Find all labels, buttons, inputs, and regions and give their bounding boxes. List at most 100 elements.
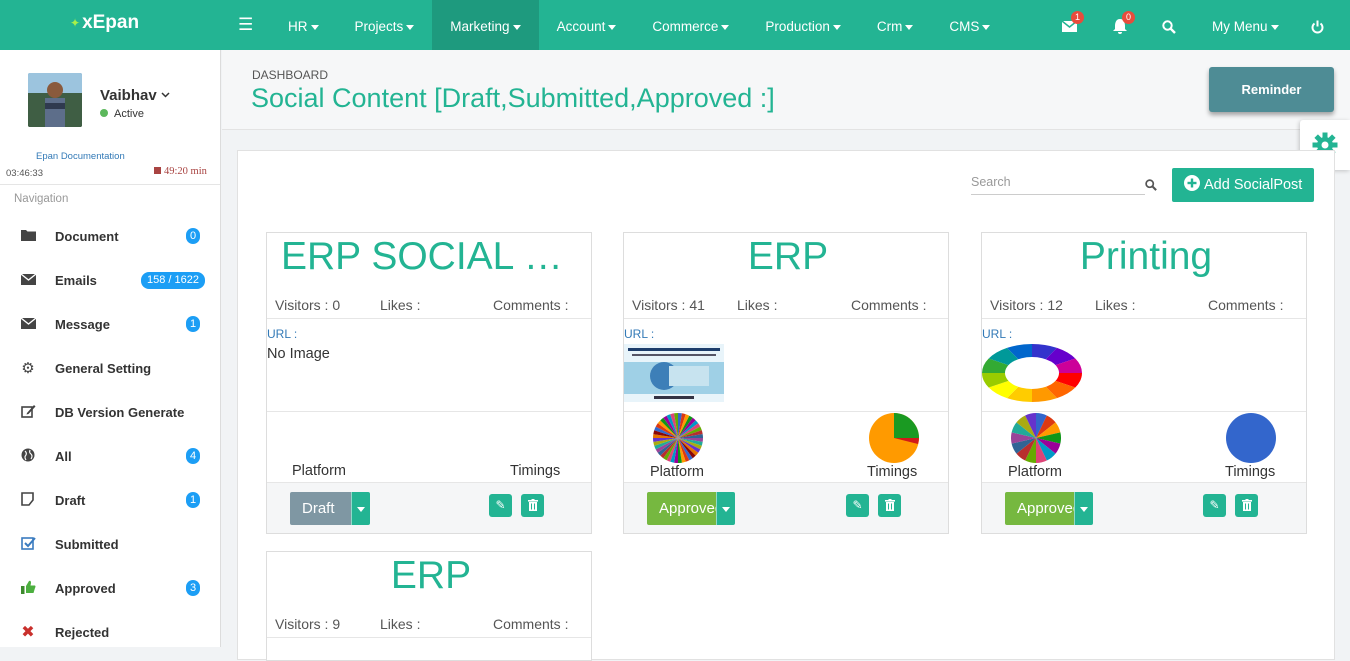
chevron-down-icon[interactable] [716, 492, 735, 525]
divider [624, 318, 948, 319]
timings-label: Timings [867, 464, 918, 480]
power-button[interactable] [1311, 0, 1325, 50]
message-count-badge: 1 [186, 316, 200, 332]
post-title[interactable]: ERP [267, 552, 591, 598]
visitors-count: Visitors : 0 [275, 297, 341, 313]
gear-icon: ⚙ [21, 360, 35, 377]
brand-logo[interactable]: ✦ xEpan [70, 12, 139, 34]
session-timer: 49:20 min [154, 166, 207, 177]
timings-label: Timings [1225, 464, 1276, 480]
post-image[interactable] [624, 344, 724, 402]
post-title[interactable]: Printing [982, 233, 1306, 279]
comments-count: Comments : [493, 616, 569, 632]
divider [982, 318, 1306, 319]
likes-count: Likes : [1095, 297, 1136, 313]
menu-hr[interactable]: HR [270, 0, 337, 50]
divider [0, 184, 220, 185]
sidebar-item-document[interactable]: Document 0 [0, 214, 220, 258]
sidebar-item-emails[interactable]: Emails 158 / 1622 [0, 258, 220, 302]
search-button[interactable] [1162, 0, 1178, 50]
notifications-button[interactable]: 0 [1113, 0, 1135, 50]
delete-button[interactable] [878, 494, 901, 517]
delete-button[interactable] [1235, 494, 1258, 517]
draft-count-badge: 1 [186, 492, 200, 508]
likes-count: Likes : [380, 297, 421, 313]
post-title[interactable]: ERP SOCIAL POST [267, 233, 591, 279]
all-count-badge: 4 [186, 448, 200, 464]
timings-pie-chart[interactable] [1226, 413, 1276, 463]
main-menu: HR Projects Marketing Account Commerce P… [270, 0, 1008, 50]
post-image[interactable] [982, 344, 1082, 402]
url-label[interactable]: URL : [267, 327, 297, 341]
divider [267, 411, 591, 412]
comments-count: Comments : [493, 297, 569, 313]
breadcrumb: DASHBOARD [252, 68, 329, 82]
menu-projects[interactable]: Projects [337, 0, 433, 50]
user-status: Active [100, 108, 144, 120]
sidebar-item-draft[interactable]: Draft 1 [0, 478, 220, 522]
menu-account[interactable]: Account [539, 0, 635, 50]
power-icon [1311, 20, 1324, 34]
menu-cms[interactable]: CMS [931, 0, 1008, 50]
comments-count: Comments : [851, 297, 927, 313]
page-title: Social Content [Draft,Submitted,Approved… [251, 83, 775, 113]
mail-button[interactable]: 1 [1062, 0, 1084, 50]
plus-circle-icon [1184, 175, 1200, 191]
social-post-card: ERP SOCIAL POST Visitors : 0 Likes : Com… [266, 232, 592, 534]
leaf-icon: ✦ [70, 16, 81, 30]
search-input[interactable]: Search [971, 175, 1145, 195]
hamburger-menu-icon[interactable]: ☰ [238, 15, 253, 35]
documentation-link[interactable]: Epan Documentation [36, 151, 125, 162]
social-post-card: ERP Visitors : 9 Likes : Comments : [266, 551, 592, 661]
chevron-down-icon [161, 92, 170, 98]
envelope-icon [19, 316, 37, 332]
platform-pie-chart[interactable] [1011, 413, 1061, 463]
chevron-down-icon[interactable] [351, 492, 370, 525]
search-icon[interactable] [1145, 179, 1157, 191]
menu-crm[interactable]: Crm [859, 0, 932, 50]
menu-production[interactable]: Production [747, 0, 859, 50]
edit-icon [19, 404, 37, 421]
timings-pie-chart[interactable] [869, 413, 919, 463]
thumbs-up-icon [19, 580, 37, 597]
delete-button[interactable] [521, 494, 544, 517]
avatar[interactable] [28, 73, 82, 127]
platform-label: Platform [1008, 464, 1062, 480]
pencil-icon: ✎ [495, 498, 506, 512]
status-dropdown[interactable]: Approved [647, 492, 735, 525]
my-menu-dropdown[interactable]: My Menu [1212, 0, 1279, 50]
sidebar-item-db-version-generate[interactable]: DB Version Generate [0, 390, 220, 434]
search-icon [1162, 20, 1176, 34]
draft-icon [19, 491, 37, 509]
comments-count: Comments : [1208, 297, 1284, 313]
edit-button[interactable]: ✎ [489, 494, 512, 517]
divider [267, 318, 591, 319]
document-count-badge: 0 [186, 228, 200, 244]
globe-icon [19, 448, 37, 465]
stop-icon [154, 167, 161, 174]
top-navbar: ✦ xEpan ☰ HR Projects Marketing Account C… [0, 0, 1350, 50]
card-footer: Approved ✎ [982, 482, 1306, 533]
chevron-down-icon[interactable] [1074, 492, 1093, 525]
no-image-text: No Image [267, 346, 330, 362]
edit-button[interactable]: ✎ [1203, 494, 1226, 517]
sidebar-item-all[interactable]: All 4 [0, 434, 220, 478]
menu-marketing[interactable]: Marketing [432, 0, 539, 50]
status-dropdown[interactable]: Approved [1005, 492, 1093, 525]
menu-commerce[interactable]: Commerce [634, 0, 747, 50]
platform-pie-chart[interactable] [653, 413, 703, 463]
status-dropdown[interactable]: Draft [290, 492, 370, 525]
url-label[interactable]: URL : [982, 327, 1012, 341]
user-name-dropdown[interactable]: Vaibhav [100, 87, 170, 104]
edit-button[interactable]: ✎ [846, 494, 869, 517]
sidebar-item-submitted[interactable]: Submitted [0, 522, 220, 566]
sidebar-item-general-setting[interactable]: ⚙ General Setting [0, 346, 220, 390]
post-title[interactable]: ERP [624, 233, 948, 279]
sidebar-item-approved[interactable]: Approved 3 [0, 566, 220, 610]
sidebar-item-rejected[interactable]: ✖ Rejected [0, 610, 220, 654]
likes-count: Likes : [737, 297, 778, 313]
url-label[interactable]: URL : [624, 327, 654, 341]
add-socialpost-button[interactable]: Add SocialPost [1172, 168, 1314, 202]
reminder-button[interactable]: Reminder [1209, 67, 1334, 112]
sidebar-item-message[interactable]: Message 1 [0, 302, 220, 346]
